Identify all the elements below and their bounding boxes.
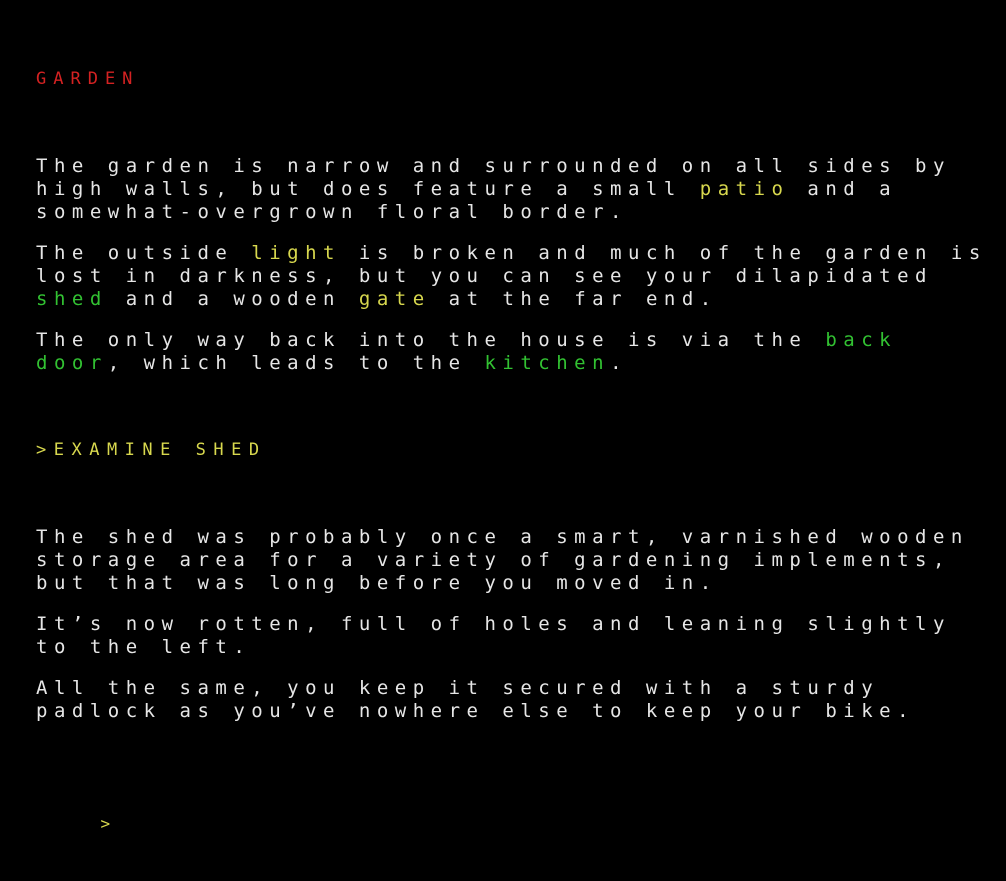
exit-keyword: shed [36, 288, 108, 310]
text-segment: to the left. [36, 636, 252, 658]
room-description: The garden is narrow and surrounded on a… [36, 155, 996, 375]
text-line: The garden is narrow and surrounded on a… [36, 155, 996, 178]
paragraph: The garden is narrow and surrounded on a… [36, 155, 996, 224]
prompt-glyph: > [100, 814, 117, 833]
paragraph: The shed was probably once a smart, varn… [36, 526, 996, 595]
text-line: storage area for a variety of gardening … [36, 549, 996, 572]
text-segment: and a [789, 178, 898, 200]
previous-command: >EXAMINE SHED [36, 440, 267, 460]
text-segment: The outside [36, 242, 252, 264]
text-line: The shed was probably once a smart, varn… [36, 526, 996, 549]
text-segment: . [610, 352, 629, 374]
location-title: GARDEN [36, 69, 140, 89]
text-line: lost in darkness, but you can see your d… [36, 265, 996, 288]
text-segment: padlock as you’ve nowhere else to keep y… [36, 700, 916, 722]
game-screen: GARDEN The garden is narrow and surround… [36, 22, 996, 881]
text-segment: and a wooden [107, 288, 359, 310]
command-response: The shed was probably once a smart, varn… [36, 526, 996, 723]
text-line: All the same, you keep it secured with a… [36, 677, 996, 700]
paragraph: The outside light is broken and much of … [36, 242, 996, 311]
text-line: It’s now rotten, full of holes and leani… [36, 613, 996, 636]
text-segment: but that was long before you moved in. [36, 572, 718, 594]
text-segment: at the far end. [430, 288, 718, 310]
text-segment: high walls, but does feature a small [36, 178, 700, 200]
text-segment: somewhat-overgrown floral border. [36, 201, 628, 223]
paragraph: All the same, you keep it secured with a… [36, 677, 996, 723]
text-segment: The shed was probably once a smart, varn… [36, 526, 969, 548]
text-segment: is broken and much of the garden is [340, 242, 987, 264]
object-keyword: patio [699, 178, 790, 200]
object-keyword: gate [358, 288, 431, 310]
exit-keyword: door [36, 352, 108, 374]
text-line: but that was long before you moved in. [36, 572, 996, 595]
text-segment: The garden is narrow and surrounded on a… [36, 155, 951, 177]
text-line: padlock as you’ve nowhere else to keep y… [36, 700, 996, 723]
text-segment: lost in darkness, but you can see your d… [36, 265, 933, 287]
text-segment: The only way back into the house is via … [36, 329, 826, 351]
exit-keyword: kitchen [484, 352, 611, 374]
text-line: shed and a wooden gate at the far end. [36, 288, 996, 311]
paragraph: It’s now rotten, full of holes and leani… [36, 613, 996, 659]
text-segment: It’s now rotten, full of holes and leani… [36, 613, 951, 635]
text-line: somewhat-overgrown floral border. [36, 201, 996, 224]
text-segment: All the same, you keep it secured with a… [36, 677, 880, 699]
text-segment: storage area for a variety of gardening … [36, 549, 951, 571]
paragraph: The only way back into the house is via … [36, 329, 996, 375]
exit-keyword: back [825, 329, 898, 351]
text-segment: , which leads to the [107, 352, 485, 374]
text-line: high walls, but does feature a small pat… [36, 178, 996, 201]
text-line: to the left. [36, 636, 996, 659]
command-input[interactable]: > [36, 789, 996, 858]
text-line: door, which leads to the kitchen. [36, 352, 996, 375]
text-line: The outside light is broken and much of … [36, 242, 996, 265]
text-line: The only way back into the house is via … [36, 329, 996, 352]
object-keyword: light [251, 242, 341, 264]
